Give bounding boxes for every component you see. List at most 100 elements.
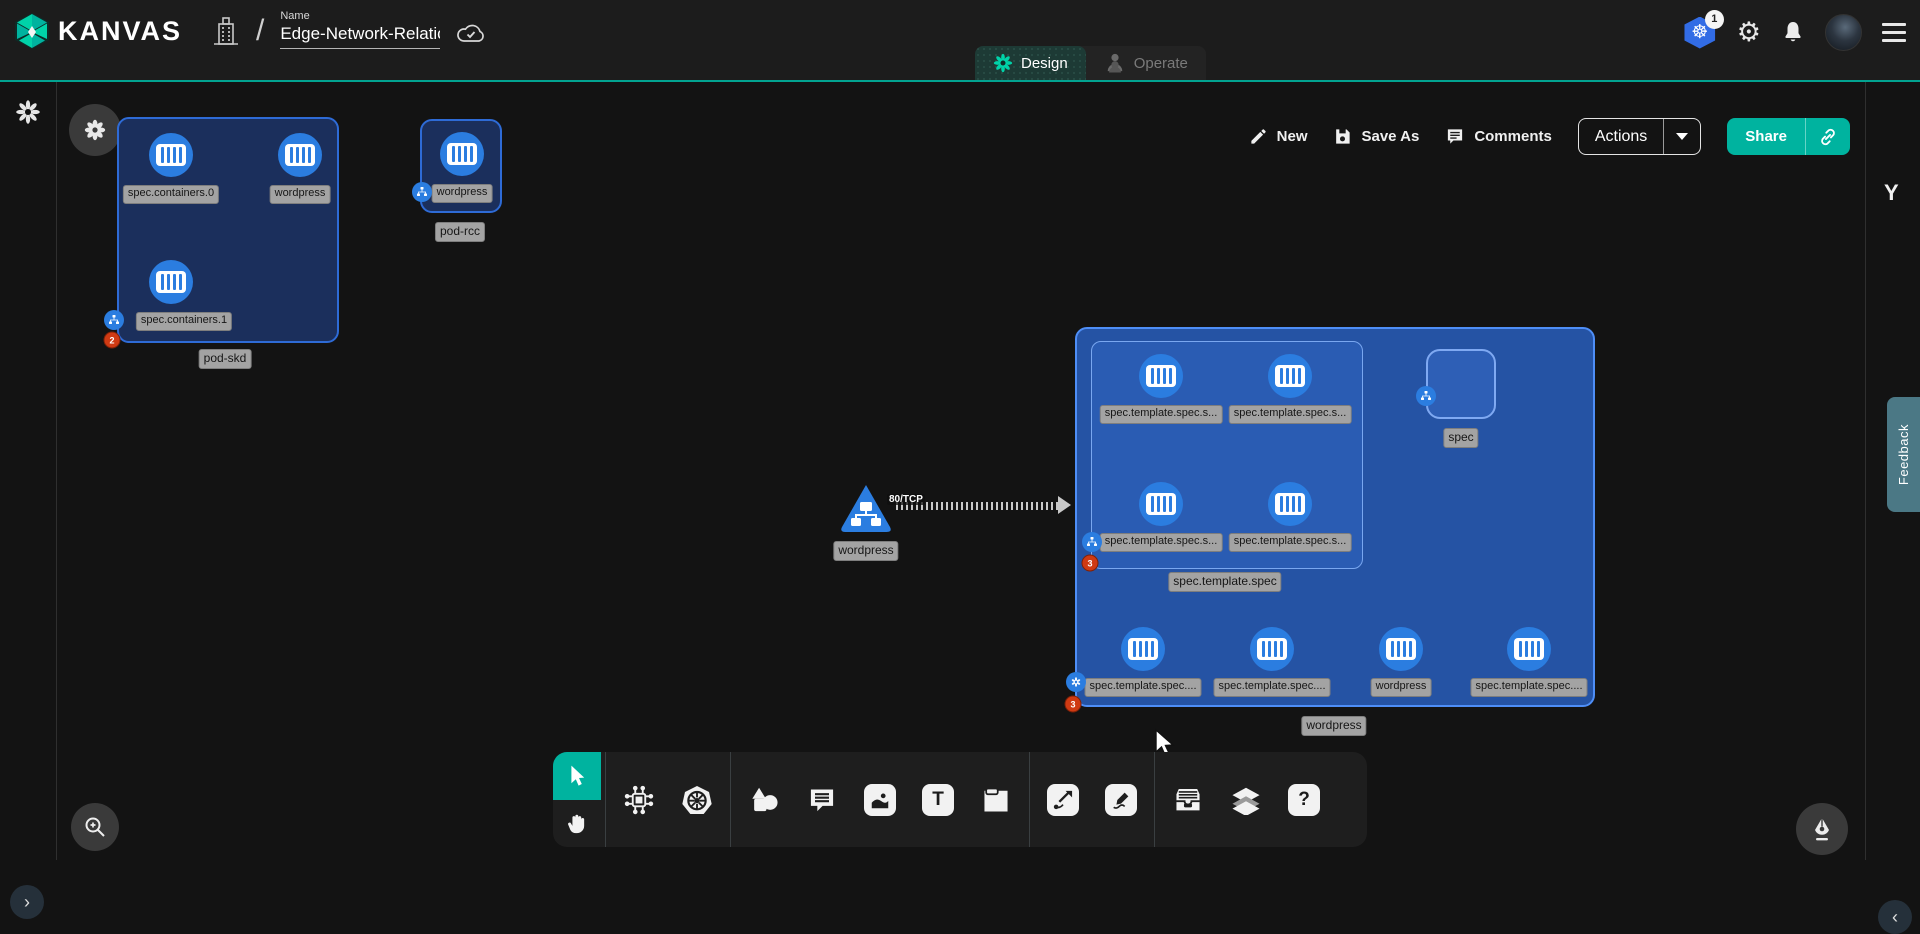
kanvas-logo-icon[interactable]	[14, 12, 50, 50]
actions-button[interactable]: Actions	[1578, 118, 1701, 155]
pan-hand-tool-button[interactable]	[553, 800, 601, 847]
network-badge-icon[interactable]	[1416, 386, 1436, 406]
zoom-button[interactable]	[71, 803, 119, 851]
collapse-right-panel-button[interactable]: ‹	[1878, 900, 1912, 934]
cloud-saved-icon	[456, 22, 486, 44]
container-node[interactable]	[1379, 627, 1423, 671]
canvas-toolbar: T	[553, 752, 1367, 847]
shapes-tool-button[interactable]	[735, 752, 793, 847]
share-button[interactable]: Share	[1727, 118, 1850, 155]
feedback-label: Feedback	[1896, 424, 1911, 485]
breadcrumb: / Name	[212, 10, 486, 49]
container-label: wordpress	[1371, 678, 1432, 697]
menu-hamburger-icon[interactable]	[1882, 23, 1906, 42]
pod-skd-label: pod-skd	[199, 349, 252, 369]
error-count-badge[interactable]: 3	[1065, 696, 1082, 713]
image-icon	[864, 784, 896, 816]
network-badge-icon[interactable]	[1082, 532, 1102, 552]
spec-node[interactable]	[1426, 349, 1496, 419]
container-label: wordpress	[432, 184, 493, 203]
container-icon	[285, 144, 315, 166]
container-node[interactable]	[278, 133, 322, 177]
components-tool-button[interactable]	[610, 752, 668, 847]
network-badge-icon[interactable]	[412, 182, 432, 202]
error-count-badge[interactable]: 2	[104, 332, 121, 349]
settings-gear-icon[interactable]: ⚙	[1737, 19, 1761, 46]
container-node[interactable]	[149, 260, 193, 304]
container-node[interactable]	[1268, 354, 1312, 398]
image-tool-button[interactable]	[851, 752, 909, 847]
text-tool-button[interactable]: T	[909, 752, 967, 847]
cursor-arrow-icon	[567, 764, 587, 788]
user-avatar[interactable]	[1825, 14, 1862, 51]
layer5-y-logo: Y	[1884, 180, 1899, 206]
kubernetes-wheel-icon	[681, 784, 713, 816]
comment-icon	[1445, 127, 1465, 146]
notifications-bell-icon[interactable]	[1781, 20, 1805, 46]
container-node[interactable]	[1139, 482, 1183, 526]
new-button[interactable]: New	[1249, 127, 1308, 146]
tab-design[interactable]: Design	[975, 46, 1086, 80]
expand-left-panel-button[interactable]: ›	[10, 885, 44, 919]
container-label: spec.template.spec.s...	[1229, 533, 1352, 552]
container-node[interactable]	[440, 132, 484, 176]
chip-icon	[624, 785, 654, 815]
designs-drawer-button[interactable]	[1159, 752, 1217, 847]
container-node[interactable]	[1139, 354, 1183, 398]
pod-skd-group[interactable]: spec.containers.0 wordpress spec.contain…	[117, 117, 339, 343]
container-icon	[1386, 638, 1416, 660]
container-icon	[1128, 638, 1158, 660]
meshery-spiral-icon[interactable]	[15, 99, 41, 125]
network-badge-icon[interactable]	[104, 310, 124, 330]
select-tool-button[interactable]	[553, 752, 601, 800]
tab-operate-label: Operate	[1134, 55, 1188, 72]
pen-mode-button[interactable]	[1796, 803, 1848, 855]
note-icon	[981, 786, 1011, 814]
meshery-badge-icon[interactable]	[1066, 672, 1086, 692]
wordpress-deployment-group[interactable]: spec.template.spec.s... spec.template.sp…	[1075, 327, 1595, 707]
container-node[interactable]	[1507, 627, 1551, 671]
comments-button[interactable]: Comments	[1445, 127, 1552, 146]
help-button[interactable]: ?	[1275, 752, 1333, 847]
mode-tabs: Design Operate	[975, 46, 1206, 80]
pen-path-tool-button[interactable]	[1034, 752, 1092, 847]
components-flower-button[interactable]	[69, 104, 121, 156]
kubernetes-context-button[interactable]: ☸ 1	[1683, 17, 1717, 49]
service-node[interactable]	[838, 482, 894, 536]
pod-rcc-label: pod-rcc	[435, 222, 485, 242]
spec-template-group[interactable]: spec.template.spec.s... spec.template.sp…	[1091, 341, 1363, 569]
pod-rcc-group[interactable]: wordpress	[420, 119, 502, 213]
kubernetes-tool-button[interactable]	[668, 752, 726, 847]
comment-tool-icon	[807, 786, 837, 814]
design-name-input[interactable]	[280, 24, 440, 49]
actions-caret-icon[interactable]	[1676, 133, 1688, 140]
container-node[interactable]	[1121, 627, 1165, 671]
layers-button[interactable]	[1217, 752, 1275, 847]
container-label: wordpress	[270, 185, 331, 204]
shapes-icon	[748, 785, 780, 815]
text-tool-icon: T	[922, 784, 954, 816]
organization-icon[interactable]	[212, 16, 240, 46]
container-node[interactable]	[1250, 627, 1294, 671]
copy-link-icon[interactable]	[1806, 127, 1850, 147]
design-spiral-icon	[993, 53, 1013, 73]
kubernetes-context-count-badge: 1	[1705, 10, 1724, 29]
error-count-badge[interactable]: 3	[1082, 555, 1099, 572]
actions-label: Actions	[1579, 128, 1663, 146]
app-title: KANVAS	[58, 16, 182, 47]
feedback-tab[interactable]: Feedback	[1887, 397, 1920, 512]
tab-operate[interactable]: Operate	[1086, 46, 1206, 80]
freehand-draw-tool-button[interactable]	[1092, 752, 1150, 847]
note-tool-button[interactable]	[967, 752, 1025, 847]
container-node[interactable]	[1268, 482, 1312, 526]
container-node[interactable]	[149, 133, 193, 177]
container-label: spec.template.spec....	[1214, 678, 1331, 697]
container-icon	[156, 271, 186, 293]
comment-tool-button[interactable]	[793, 752, 851, 847]
save-as-button[interactable]: Save As	[1333, 127, 1419, 146]
edge-port-label: 80/TCP	[887, 494, 925, 505]
share-label: Share	[1727, 128, 1805, 145]
new-label: New	[1277, 128, 1308, 145]
container-icon	[1257, 638, 1287, 660]
breadcrumb-slash: /	[256, 14, 264, 48]
